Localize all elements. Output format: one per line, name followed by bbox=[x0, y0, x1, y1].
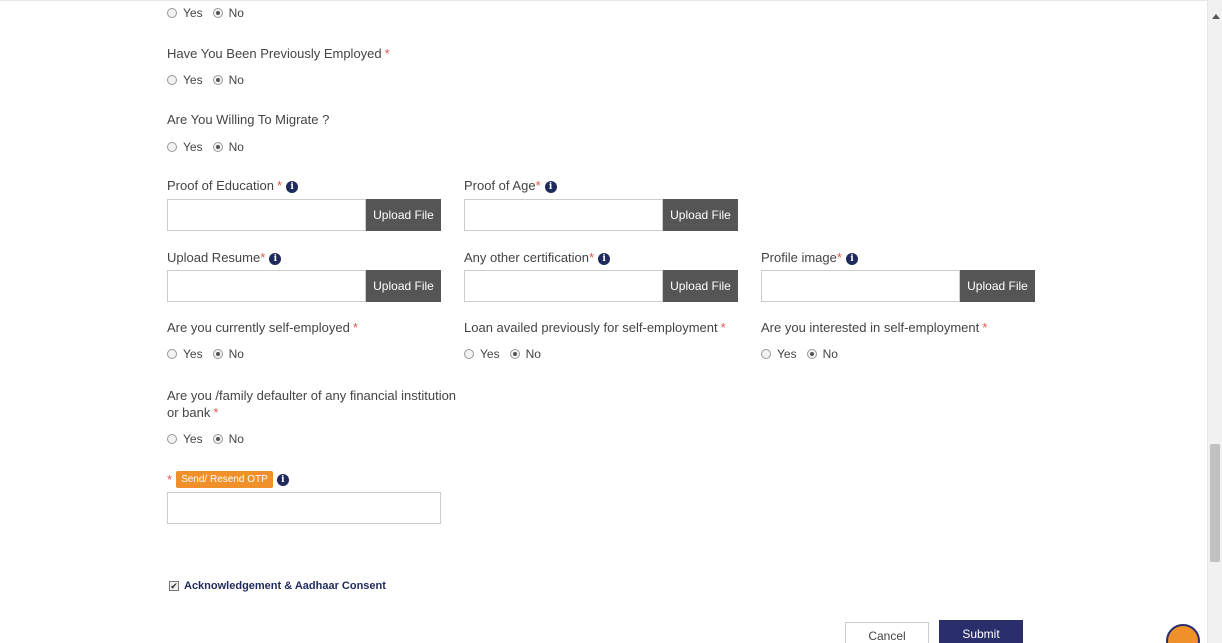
radio-button[interactable] bbox=[761, 349, 771, 359]
acknowledgement-checkbox[interactable]: ✔ bbox=[169, 581, 179, 591]
proof-education-file-field[interactable] bbox=[167, 199, 366, 231]
proof-age-upload-button[interactable]: Upload File bbox=[663, 199, 738, 231]
info-icon[interactable]: i bbox=[544, 180, 557, 193]
radio-button[interactable] bbox=[212, 142, 223, 152]
radio-group-interested-self-employment: Yes No bbox=[761, 347, 848, 361]
radio-option-yes[interactable]: Yes bbox=[167, 347, 203, 361]
radio-button[interactable] bbox=[167, 75, 177, 85]
radio-button[interactable] bbox=[212, 8, 223, 18]
radio-button[interactable] bbox=[509, 349, 520, 359]
resume-label: Upload Resume* i bbox=[167, 250, 282, 265]
radio-button[interactable] bbox=[464, 349, 474, 359]
proof-education-label: Proof of Education * i bbox=[167, 178, 299, 193]
resume-file-field[interactable] bbox=[167, 270, 366, 302]
radio-group-loan-availed: Yes No bbox=[464, 347, 551, 361]
defaulter-label: Are you /family defaulter of any financi… bbox=[167, 388, 457, 420]
info-icon[interactable]: i bbox=[845, 252, 858, 265]
info-icon[interactable]: i bbox=[276, 473, 289, 486]
willing-migrate-label: Are You Willing To Migrate ? bbox=[167, 112, 330, 127]
radio-group-top-partial: Yes No bbox=[167, 6, 254, 20]
radio-group-defaulter: Yes No bbox=[167, 432, 254, 446]
profile-image-label: Profile image* i bbox=[761, 250, 858, 265]
send-resend-otp-button[interactable]: Send/ Resend OTP bbox=[176, 471, 273, 488]
radio-group-willing-migrate: Yes No bbox=[167, 140, 254, 154]
radio-group-self-employed: Yes No bbox=[167, 347, 254, 361]
radio-button[interactable] bbox=[212, 75, 223, 85]
radio-button[interactable] bbox=[167, 8, 177, 18]
profile-image-upload-button[interactable]: Upload File bbox=[960, 270, 1035, 302]
info-icon[interactable]: i bbox=[598, 252, 611, 265]
resume-upload: Upload File bbox=[167, 270, 441, 302]
radio-button[interactable] bbox=[167, 434, 177, 444]
proof-age-label: Proof of Age* i bbox=[464, 178, 557, 193]
proof-education-upload-button[interactable]: Upload File bbox=[366, 199, 441, 231]
radio-option-yes[interactable]: Yes bbox=[167, 73, 203, 87]
profile-image-upload: Upload File bbox=[761, 270, 1035, 302]
self-employed-label: Are you currently self-employed * bbox=[167, 320, 358, 335]
radio-option-no[interactable]: No bbox=[212, 432, 244, 446]
scrollbar-thumb[interactable] bbox=[1210, 444, 1220, 562]
proof-education-upload: Upload File bbox=[167, 199, 441, 231]
radio-option-no[interactable]: No bbox=[212, 140, 244, 154]
radio-button[interactable] bbox=[806, 349, 817, 359]
other-certification-label: Any other certification* i bbox=[464, 250, 611, 265]
other-certification-upload-button[interactable]: Upload File bbox=[663, 270, 738, 302]
otp-label: * Send/ Resend OTP i bbox=[167, 471, 289, 488]
scroll-up-arrow-icon[interactable] bbox=[1212, 14, 1220, 19]
proof-age-upload: Upload File bbox=[464, 199, 738, 231]
vertical-scrollbar[interactable] bbox=[1207, 0, 1222, 643]
radio-button[interactable] bbox=[167, 349, 177, 359]
application-form: Yes No Have You Been Previously Employed… bbox=[167, 0, 1207, 643]
radio-option-no[interactable]: No bbox=[212, 6, 244, 20]
radio-option-yes[interactable]: Yes bbox=[464, 347, 500, 361]
radio-option-no[interactable]: No bbox=[212, 347, 244, 361]
proof-age-file-field[interactable] bbox=[464, 199, 663, 231]
interested-self-employment-label: Are you interested in self-employment * bbox=[761, 320, 988, 335]
info-icon[interactable]: i bbox=[286, 180, 299, 193]
other-certification-upload: Upload File bbox=[464, 270, 738, 302]
submit-button[interactable]: Submit bbox=[939, 620, 1023, 643]
acknowledgement-consent[interactable]: ✔ Acknowledgement & Aadhaar Consent bbox=[169, 580, 386, 592]
radio-option-no[interactable]: No bbox=[212, 73, 244, 87]
profile-image-file-field[interactable] bbox=[761, 270, 960, 302]
radio-button[interactable] bbox=[212, 349, 223, 359]
radio-button[interactable] bbox=[212, 434, 223, 444]
otp-input[interactable] bbox=[167, 492, 441, 524]
cancel-button[interactable]: Cancel bbox=[845, 622, 929, 643]
radio-group-previously-employed: Yes No bbox=[167, 73, 254, 87]
radio-option-yes[interactable]: Yes bbox=[167, 6, 203, 20]
previously-employed-label: Have You Been Previously Employed * bbox=[167, 46, 390, 61]
radio-option-no[interactable]: No bbox=[806, 347, 838, 361]
resume-upload-button[interactable]: Upload File bbox=[366, 270, 441, 302]
radio-option-yes[interactable]: Yes bbox=[167, 432, 203, 446]
other-certification-file-field[interactable] bbox=[464, 270, 663, 302]
loan-availed-label: Loan availed previously for self-employm… bbox=[464, 320, 726, 335]
radio-button[interactable] bbox=[167, 142, 177, 152]
radio-option-yes[interactable]: Yes bbox=[761, 347, 797, 361]
radio-option-no[interactable]: No bbox=[509, 347, 541, 361]
info-icon[interactable]: i bbox=[269, 252, 282, 265]
radio-option-yes[interactable]: Yes bbox=[167, 140, 203, 154]
